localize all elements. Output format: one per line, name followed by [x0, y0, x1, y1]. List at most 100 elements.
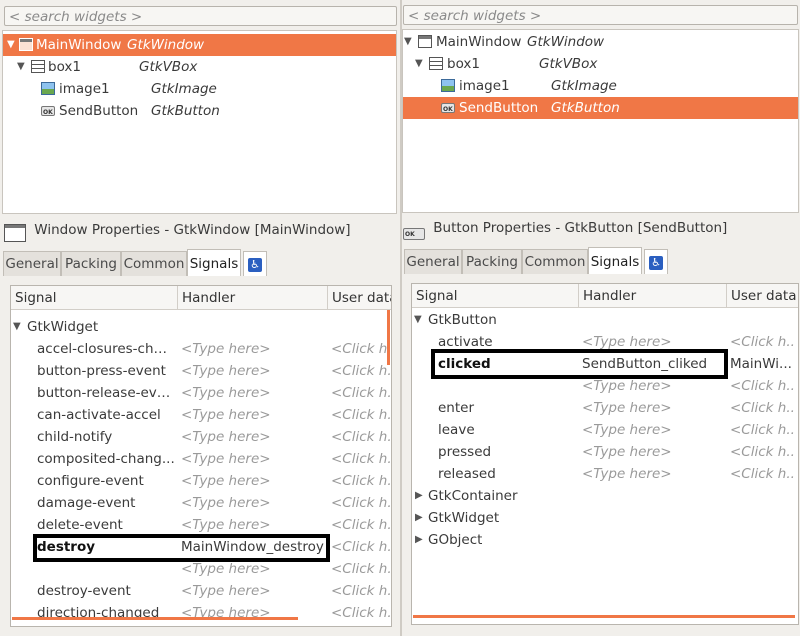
handler-field[interactable]: <Type here> — [582, 331, 672, 353]
signal-row[interactable]: composited-chang... <Type here> <Click h..… — [11, 448, 391, 470]
tree-row-image1[interactable]: image1 GtkImage — [3, 78, 396, 100]
signal-row[interactable]: damage-event <Type here> <Click h... — [11, 492, 391, 514]
tree-row-box1[interactable]: ▼ box1 GtkVBox — [403, 53, 798, 75]
handler-field[interactable]: <Type here> — [181, 558, 271, 580]
signal-row[interactable]: destroy MainWindow_destroy <Click h... — [11, 536, 391, 558]
user-data-field[interactable]: <Click h... — [331, 404, 391, 426]
handler-field[interactable]: <Type here> — [181, 360, 271, 382]
tab-common[interactable]: Common — [121, 251, 187, 276]
signal-row[interactable]: accel-closures-chan... <Type here> <Click … — [11, 338, 391, 360]
tree-row-sendbutton[interactable]: SendButton GtkButton — [403, 97, 798, 121]
tab-signals[interactable]: Signals — [588, 247, 642, 274]
tab-general[interactable]: General — [3, 251, 61, 276]
signal-row[interactable]: clicked SendButton_cliked MainWi... — [412, 353, 798, 375]
handler-field[interactable]: <Type here> — [181, 492, 271, 514]
signal-row[interactable]: activate <Type here> <Click h... — [412, 331, 798, 353]
signal-group-gtkcontainer[interactable]: ▶ GtkContainer — [412, 485, 798, 507]
signal-row[interactable]: destroy-event <Type here> <Click h... — [11, 580, 391, 602]
tab-packing[interactable]: Packing — [61, 251, 121, 276]
signal-group-gtkwidget[interactable]: ▼ GtkWidget — [11, 316, 391, 338]
handler-field[interactable]: <Type here> — [582, 463, 672, 485]
tab-accessibility[interactable]: ♿ — [644, 249, 668, 274]
user-data-field[interactable]: <Click h... — [730, 441, 794, 463]
signal-group-gtkbutton[interactable]: ▼ GtkButton — [412, 309, 798, 331]
user-data-field[interactable]: <Click h... — [331, 382, 391, 404]
signal-row[interactable]: released <Type here> <Click h... — [412, 463, 798, 485]
user-data-field[interactable]: <Click h... — [331, 536, 391, 558]
user-data-field[interactable]: <Click h... — [331, 580, 391, 602]
user-data-field[interactable]: MainWi... — [730, 353, 794, 375]
signal-row[interactable]: can-activate-accel <Type here> <Click h... — [11, 404, 391, 426]
expand-arrow-icon[interactable]: ▶ — [415, 507, 423, 529]
user-data-field[interactable]: <Click h... — [331, 558, 391, 580]
tab-common[interactable]: Common — [522, 249, 588, 274]
signal-row[interactable]: configure-event <Type here> <Click h... — [11, 470, 391, 492]
handler-field[interactable]: <Type here> — [181, 602, 271, 624]
handler-field[interactable]: <Type here> — [181, 338, 271, 360]
user-data-field[interactable]: <Click h... — [331, 492, 391, 514]
handler-field[interactable]: <Type here> — [582, 441, 672, 463]
column-header-signal[interactable]: Signal — [11, 286, 177, 310]
column-header-signal[interactable]: Signal — [412, 284, 578, 308]
handler-field[interactable]: SendButton_cliked — [582, 353, 707, 375]
column-header-user-data[interactable]: User data — [327, 286, 391, 310]
handler-field[interactable]: <Type here> — [181, 514, 271, 536]
user-data-field[interactable]: <Click h... — [730, 397, 794, 419]
tree-row-box1[interactable]: ▼ box1 GtkVBox — [3, 56, 396, 78]
handler-field[interactable]: <Type here> — [582, 375, 672, 397]
tab-signals[interactable]: Signals — [187, 249, 241, 276]
vertical-scrollbar[interactable] — [387, 310, 390, 365]
signal-row[interactable]: button-release-event <Type here> <Click h.… — [11, 382, 391, 404]
signal-row[interactable]: pressed <Type here> <Click h... — [412, 441, 798, 463]
handler-field[interactable]: <Type here> — [181, 404, 271, 426]
expand-arrow-icon[interactable]: ▼ — [404, 31, 412, 53]
tab-general[interactable]: General — [404, 249, 462, 274]
tree-row-mainwindow[interactable]: ▼ MainWindow GtkWindow — [3, 34, 396, 56]
signal-row[interactable]: <Type here> <Click h... — [11, 558, 391, 580]
handler-field[interactable]: <Type here> — [181, 448, 271, 470]
signal-group-gobject[interactable]: ▶ GObject — [412, 529, 798, 551]
handler-field[interactable]: <Type here> — [582, 397, 672, 419]
expand-arrow-icon[interactable]: ▼ — [415, 53, 423, 75]
signal-row[interactable]: direction-changed <Type here> <Click h... — [11, 602, 391, 624]
signal-row[interactable]: button-press-event <Type here> <Click h... — [11, 360, 391, 382]
user-data-field[interactable]: <Click h... — [331, 338, 391, 360]
tree-row-image1[interactable]: image1 GtkImage — [403, 75, 798, 97]
handler-field[interactable]: <Type here> — [582, 419, 672, 441]
user-data-field[interactable]: <Click h... — [331, 602, 391, 624]
user-data-field[interactable]: <Click h... — [730, 375, 794, 397]
user-data-field[interactable]: <Click h... — [730, 331, 794, 353]
handler-field[interactable]: MainWindow_destroy — [181, 536, 324, 558]
user-data-field[interactable]: <Click h... — [331, 514, 391, 536]
tree-row-mainwindow[interactable]: ▼ MainWindow GtkWindow — [403, 31, 798, 53]
user-data-field[interactable]: <Click h... — [331, 426, 391, 448]
column-header-user-data[interactable]: User data — [726, 284, 798, 308]
signal-row[interactable]: delete-event <Type here> <Click h... — [11, 514, 391, 536]
user-data-field[interactable]: <Click h... — [331, 360, 391, 382]
expand-arrow-icon[interactable]: ▶ — [415, 529, 423, 551]
expand-arrow-icon[interactable]: ▼ — [17, 56, 25, 78]
signal-row[interactable]: enter <Type here> <Click h... — [412, 397, 798, 419]
expand-arrow-icon[interactable]: ▶ — [415, 485, 423, 507]
signal-row[interactable]: child-notify <Type here> <Click h... — [11, 426, 391, 448]
user-data-field[interactable]: <Click h... — [331, 470, 391, 492]
column-header-handler[interactable]: Handler — [177, 286, 327, 310]
signal-group-gtkwidget[interactable]: ▶ GtkWidget — [412, 507, 798, 529]
handler-field[interactable]: <Type here> — [181, 470, 271, 492]
expand-arrow-icon[interactable]: ▼ — [414, 309, 422, 331]
handler-field[interactable]: <Type here> — [181, 580, 271, 602]
handler-field[interactable]: <Type here> — [181, 426, 271, 448]
signal-row[interactable]: <Type here> <Click h... — [412, 375, 798, 397]
handler-field[interactable]: <Type here> — [181, 382, 271, 404]
search-widgets-input[interactable]: < search widgets > — [4, 6, 397, 26]
signal-row[interactable]: leave <Type here> <Click h... — [412, 419, 798, 441]
user-data-field[interactable]: <Click h... — [730, 419, 794, 441]
tab-accessibility[interactable]: ♿ — [243, 251, 267, 276]
tab-packing[interactable]: Packing — [462, 249, 522, 274]
horizontal-scrollbar[interactable] — [413, 615, 795, 618]
column-header-handler[interactable]: Handler — [578, 284, 726, 308]
expand-arrow-icon[interactable]: ▼ — [7, 34, 15, 56]
user-data-field[interactable]: <Click h... — [331, 448, 391, 470]
tree-row-sendbutton[interactable]: SendButton GtkButton — [3, 100, 396, 124]
horizontal-scrollbar[interactable] — [12, 617, 298, 620]
